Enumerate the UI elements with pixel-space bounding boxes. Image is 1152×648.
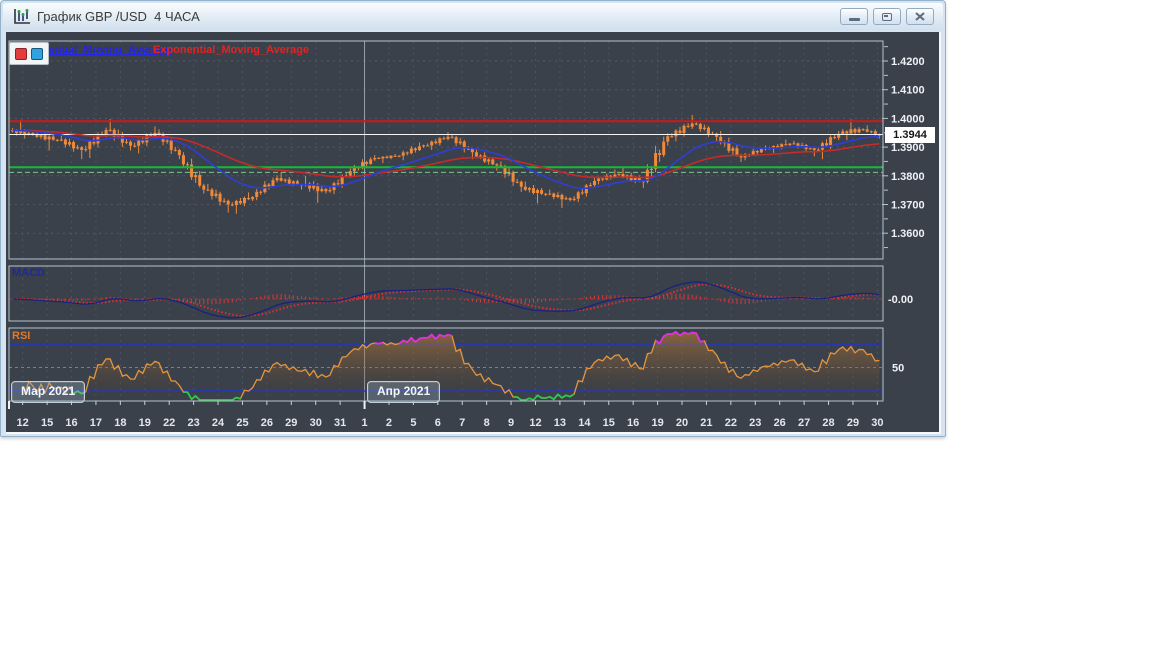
svg-text:14: 14 [578, 417, 591, 429]
svg-text:25: 25 [236, 417, 248, 429]
svg-text:29: 29 [847, 417, 859, 429]
svg-text:13: 13 [554, 417, 566, 429]
svg-text:23: 23 [749, 417, 761, 429]
svg-text:2: 2 [386, 417, 392, 429]
svg-text:50: 50 [892, 363, 904, 375]
close-button[interactable] [906, 8, 934, 25]
window-title: График GBP /USD 4 ЧАСА [37, 9, 200, 24]
svg-text:16: 16 [627, 417, 639, 429]
svg-text:27: 27 [798, 417, 810, 429]
svg-text:7: 7 [459, 417, 465, 429]
rsi-oversold-segment [183, 391, 241, 401]
rsi-panel [9, 330, 883, 401]
svg-text:26: 26 [774, 417, 786, 429]
svg-text:8: 8 [484, 417, 490, 429]
svg-text:29: 29 [285, 417, 297, 429]
svg-text:-0.00: -0.00 [888, 294, 913, 306]
svg-text:22: 22 [725, 417, 737, 429]
svg-text:1: 1 [361, 417, 367, 429]
svg-text:19: 19 [139, 417, 151, 429]
indicator-legend-ema-slow: Exponential_Moving_Average [153, 44, 310, 56]
svg-text:9: 9 [508, 417, 514, 429]
price-axis: 1.4200 1.4100 1.4000 1.3900 1.3800 1.3700 1.36… [882, 46, 925, 375]
rsi-panel-label: RSI [12, 330, 31, 342]
macd-panel-label: MACD [12, 267, 45, 279]
svg-text:1.3700: 1.3700 [891, 200, 925, 212]
svg-text:20: 20 [676, 417, 688, 429]
chart-window: График GBP /USD 4 ЧАСА 1.4200 1.4100 1.400… [0, 0, 946, 437]
svg-text:28: 28 [822, 417, 834, 429]
svg-text:18: 18 [114, 417, 126, 429]
svg-text:1.4100: 1.4100 [891, 85, 925, 97]
candlestick-chart-icon [14, 9, 30, 24]
svg-text:1.3600: 1.3600 [891, 228, 925, 240]
svg-text:12: 12 [17, 417, 29, 429]
window-controls [840, 8, 934, 25]
close-icon [915, 12, 925, 21]
svg-text:17: 17 [90, 417, 102, 429]
time-axis: 12 15 16 17 18 19 22 23 24 25 26 29 30 31 1 2 5 6 7 8 9 12 13 1… [8, 401, 884, 429]
svg-text:15: 15 [603, 417, 615, 429]
red-square-button[interactable] [15, 47, 27, 60]
svg-text:1.3900: 1.3900 [891, 142, 925, 154]
svg-text:12: 12 [529, 417, 541, 429]
svg-text:15: 15 [41, 417, 53, 429]
svg-text:19: 19 [651, 417, 663, 429]
rsi-overbought-segment [374, 341, 384, 345]
current-price-badge: 1.3944 [885, 127, 935, 143]
minimize-button[interactable] [840, 8, 868, 25]
svg-text:1.4000: 1.4000 [891, 113, 925, 125]
svg-text:1.3800: 1.3800 [891, 171, 925, 183]
restore-button[interactable] [873, 8, 901, 25]
svg-text:31: 31 [334, 417, 346, 429]
svg-text:5: 5 [410, 417, 416, 429]
month-label-mar: Мар 2021 [11, 381, 86, 403]
svg-text:23: 23 [187, 417, 199, 429]
chart-canvas[interactable]: 1.4200 1.4100 1.4000 1.3900 1.3800 1.3700 1.36… [6, 32, 939, 432]
svg-text:1.4200: 1.4200 [891, 56, 925, 68]
restore-icon [882, 12, 892, 21]
month-label-apr: Апр 2021 [367, 381, 441, 403]
svg-text:22: 22 [163, 417, 175, 429]
legend-toolbar [9, 42, 49, 65]
svg-text:30: 30 [871, 417, 883, 429]
svg-text:16: 16 [65, 417, 77, 429]
svg-text:21: 21 [700, 417, 712, 429]
svg-text:30: 30 [310, 417, 322, 429]
svg-text:6: 6 [435, 417, 441, 429]
macd-panel [9, 281, 883, 319]
svg-text:24: 24 [212, 417, 225, 429]
title-bar[interactable]: График GBP /USD 4 ЧАСА [3, 3, 943, 30]
minimize-icon [848, 18, 860, 21]
candles [11, 114, 881, 214]
blue-square-button[interactable] [31, 47, 43, 60]
svg-text:26: 26 [261, 417, 273, 429]
rsi-fill [24, 331, 880, 400]
